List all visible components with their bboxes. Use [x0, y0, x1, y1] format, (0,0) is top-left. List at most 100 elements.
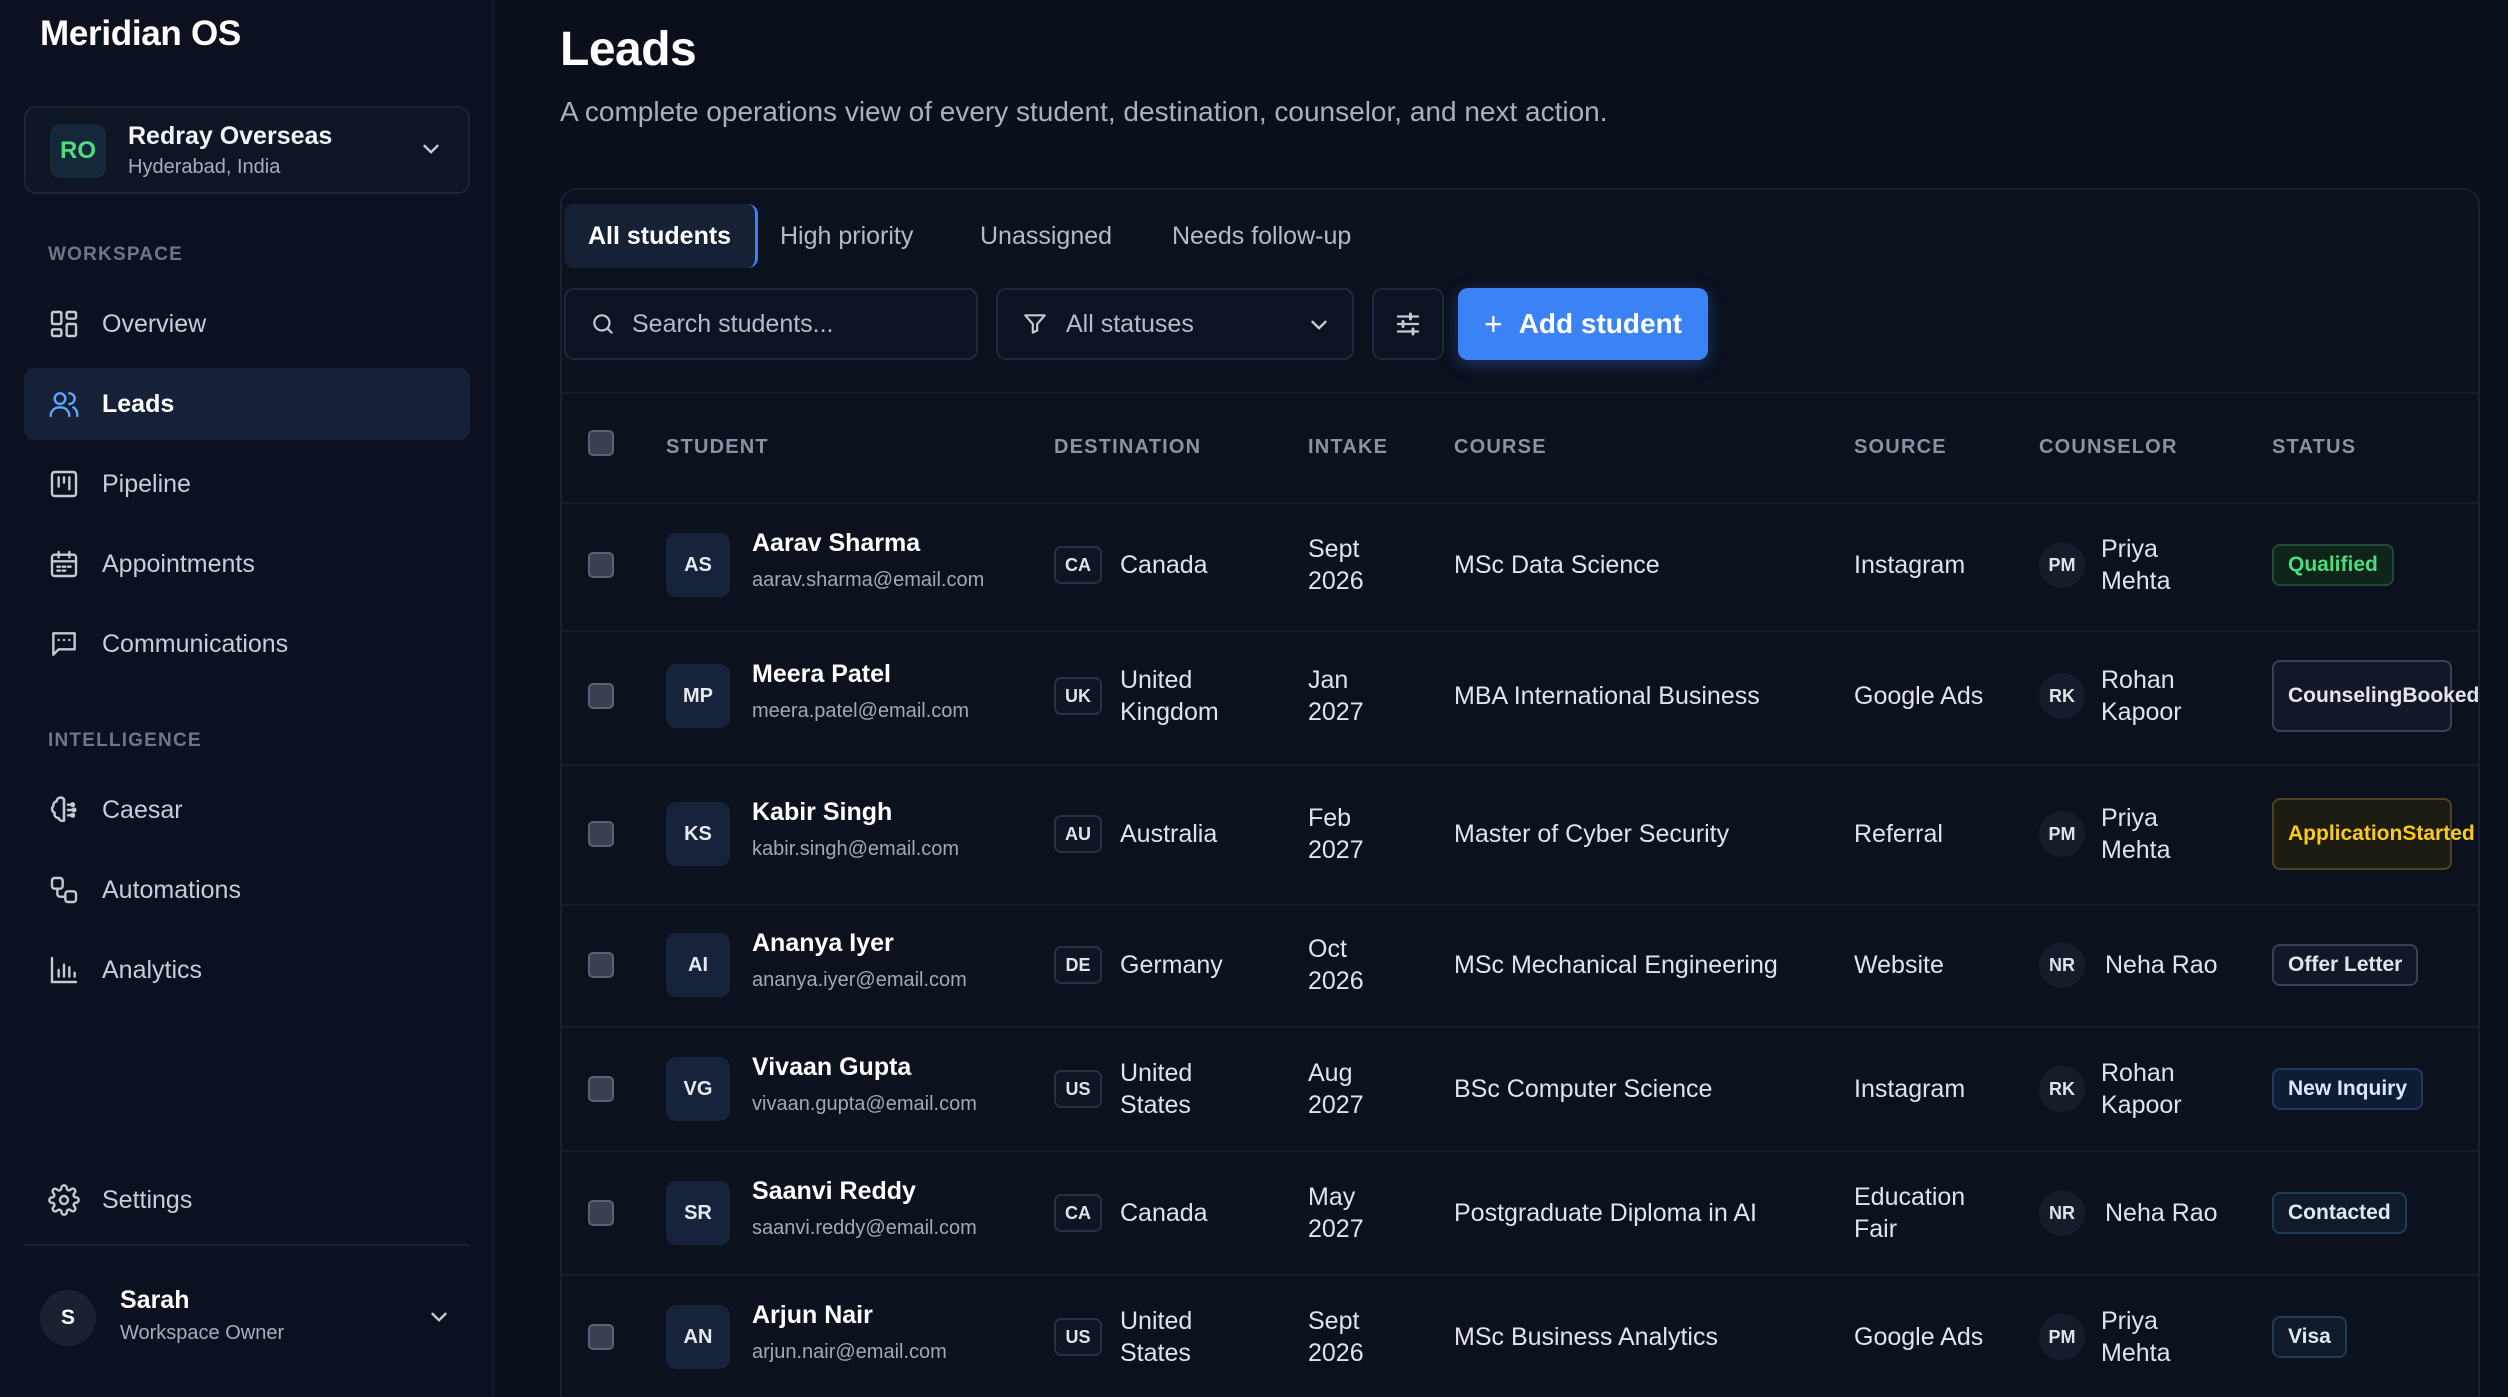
sidebar-item-pipeline[interactable]: Pipeline — [24, 448, 470, 520]
row-checkbox[interactable] — [588, 683, 614, 709]
row-divider — [562, 1150, 2478, 1152]
student-email: meera.patel@email.com — [752, 700, 970, 722]
student-email: saanvi.reddy@email.com — [752, 1217, 977, 1239]
row-checkbox[interactable] — [588, 1200, 614, 1226]
column-settings-button[interactable] — [1372, 288, 1444, 360]
student-name[interactable]: Meera Patel — [752, 660, 891, 689]
search-icon — [593, 314, 613, 334]
row-checkbox[interactable] — [588, 552, 614, 578]
country-code: DE — [1054, 946, 1102, 984]
sidebar-item-appointments[interactable]: Appointments — [24, 528, 470, 600]
sidebar-item-analytics[interactable]: Analytics — [24, 934, 470, 1006]
app-brand: Meridian OS — [40, 14, 241, 53]
student-email: vivaan.gupta@email.com — [752, 1093, 977, 1115]
counselor-avatar: NR — [2039, 1190, 2085, 1236]
select-all-checkbox[interactable] — [588, 430, 614, 456]
sidebar: Meridian OS RO Redray Overseas Hyderabad… — [0, 0, 494, 1397]
source: Google Ads — [1854, 1323, 1984, 1351]
country-code: AU — [1054, 815, 1102, 853]
tab-all-students[interactable]: All students — [564, 204, 759, 268]
sidebar-item-communications[interactable]: Communications — [24, 608, 470, 680]
sidebar-item-caesar[interactable]: Caesar — [24, 774, 470, 846]
status-badge[interactable]: Counseling Booked — [2272, 660, 2479, 732]
gear-icon — [48, 1184, 80, 1216]
user-name: Sarah — [120, 1286, 190, 1314]
sidebar-item-label: Automations — [102, 875, 241, 904]
course: MSc Mechanical Engineering — [1454, 951, 1778, 979]
status-badge[interactable]: New Inquiry — [2272, 1068, 2424, 1110]
add-student-button[interactable]: + Add student — [1458, 288, 1708, 360]
sidebar-item-automations[interactable]: Automations — [24, 854, 470, 926]
chevron-down-icon[interactable] — [426, 1304, 452, 1330]
status-badge[interactable]: Visa — [2272, 1316, 2347, 1358]
tab-unassigned[interactable]: Unassigned — [980, 204, 1112, 268]
intake: Oct 2026 — [1308, 935, 1364, 995]
sidebar-item-label: Pipeline — [102, 469, 191, 498]
row-divider — [562, 904, 2478, 906]
user-role: Workspace Owner — [120, 1322, 285, 1344]
org-switcher[interactable]: RO Redray Overseas Hyderabad, India — [24, 106, 470, 194]
sidebar-item-label: Overview — [102, 309, 207, 338]
section-label-workspace: WORKSPACE — [48, 244, 184, 265]
column-header-student[interactable]: STUDENT — [666, 436, 769, 459]
status-filter-label: All statuses — [1066, 309, 1194, 338]
search-input[interactable] — [632, 309, 962, 339]
row-checkbox[interactable] — [588, 821, 614, 847]
counselor-name: Priya Mehta — [2101, 1307, 2171, 1367]
course: Postgraduate Diploma in AI — [1454, 1199, 1757, 1227]
org-name: Redray Overseas — [128, 122, 333, 150]
row-checkbox[interactable] — [588, 952, 614, 978]
status-badge[interactable]: Contacted — [2272, 1192, 2407, 1234]
row-checkbox[interactable] — [588, 1076, 614, 1102]
student-avatar: KS — [666, 802, 730, 866]
grid-icon — [50, 310, 78, 338]
column-header-destination[interactable]: DESTINATION — [1054, 436, 1201, 459]
country-code: CA — [1054, 1194, 1102, 1232]
status-filter[interactable]: All statuses — [996, 288, 1354, 360]
sidebar-item-settings[interactable]: Settings — [24, 1164, 470, 1236]
source: Google Ads — [1854, 682, 1984, 710]
row-checkbox[interactable] — [588, 1324, 614, 1350]
intake: Aug 2027 — [1308, 1059, 1364, 1119]
counselor-avatar: RK — [2039, 1066, 2085, 1112]
destination: United States — [1120, 1059, 1193, 1119]
status-badge[interactable]: Application Started — [2272, 798, 2475, 870]
counselor-name: Neha Rao — [2105, 1199, 2218, 1227]
column-header-source[interactable]: SOURCE — [1854, 436, 1947, 459]
brain-icon — [50, 796, 77, 823]
student-avatar: MP — [666, 664, 730, 728]
status-badge[interactable]: Offer Letter — [2272, 944, 2419, 986]
user-avatar[interactable]: S — [40, 1290, 96, 1346]
intake: Sept 2026 — [1308, 1307, 1364, 1367]
column-header-counselor[interactable]: COUNSELOR — [2039, 436, 2178, 459]
column-header-course[interactable]: COURSE — [1454, 436, 1547, 459]
row-divider — [562, 764, 2478, 766]
student-name[interactable]: Arjun Nair — [752, 1301, 873, 1330]
plus-icon: + — [1484, 305, 1503, 342]
course: MSc Data Science — [1454, 551, 1660, 579]
add-student-label: Add student — [1518, 308, 1682, 339]
student-email: kabir.singh@email.com — [752, 838, 960, 860]
student-name[interactable]: Kabir Singh — [752, 798, 892, 827]
course: MSc Business Analytics — [1454, 1323, 1718, 1351]
sidebar-item-label: Leads — [102, 389, 175, 418]
student-name[interactable]: Aarav Sharma — [752, 529, 920, 558]
calendar-icon — [50, 550, 78, 578]
search-box[interactable] — [564, 288, 978, 360]
student-name[interactable]: Saanvi Reddy — [752, 1177, 916, 1206]
sidebar-item-overview[interactable]: Overview — [24, 288, 470, 360]
column-header-status[interactable]: STATUS — [2272, 436, 2356, 459]
status-badge[interactable]: Qualified — [2272, 544, 2394, 586]
student-name[interactable]: Ananya Iyer — [752, 929, 894, 958]
org-location: Hyderabad, India — [128, 156, 281, 178]
tab-high-priority[interactable]: High priority — [780, 204, 913, 268]
leads-panel: All students High priority Unassigned Ne… — [560, 188, 2480, 1397]
sidebar-item-leads[interactable]: Leads — [24, 368, 470, 440]
sidebar-item-label: Analytics — [102, 955, 203, 984]
country-code: US — [1054, 1070, 1102, 1108]
student-name[interactable]: Vivaan Gupta — [752, 1053, 911, 1082]
tab-needs-follow-up[interactable]: Needs follow-up — [1172, 204, 1351, 268]
destination: United States — [1120, 1307, 1193, 1367]
column-header-intake[interactable]: INTAKE — [1308, 436, 1388, 459]
student-avatar: VG — [666, 1057, 730, 1121]
